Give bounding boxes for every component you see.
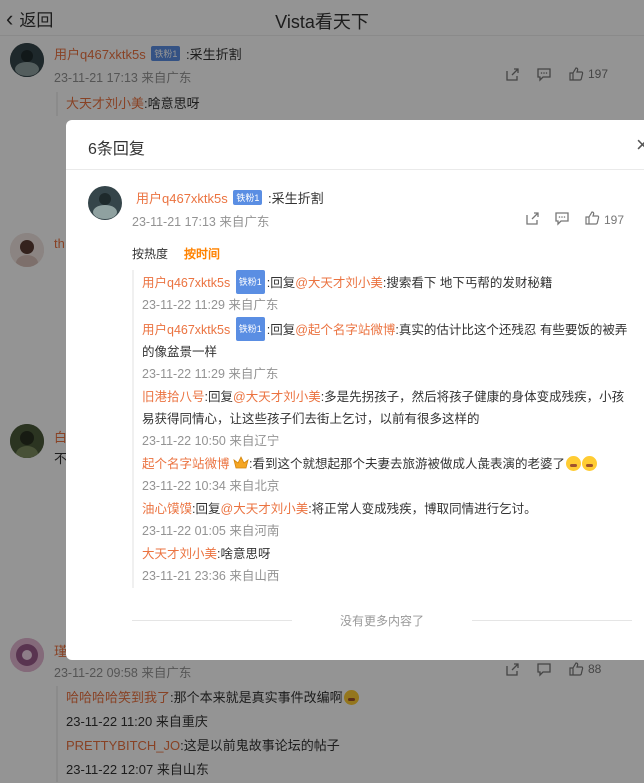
reply-meta: 23-11-22 11:29 来自广东 <box>142 298 279 312</box>
sort-by-hot[interactable]: 按热度 <box>132 245 168 262</box>
reply-text: :看到这个就想起那个夫妻去旅游被做成人彘表演的老婆了 <box>249 457 565 471</box>
reply-text: :将正常人变成残疾，博取同情进行乞讨。 <box>308 502 537 516</box>
reply-username[interactable]: 大天才刘小美 <box>142 547 217 561</box>
reply-prefix: :回复 <box>266 276 296 290</box>
reply-prefix: :回复 <box>204 390 233 404</box>
mention-link[interactable]: @起个名字站微博 <box>295 323 395 337</box>
reply-meta: 23-11-22 01:05 来自河南 <box>142 524 280 538</box>
fan-badge: 铁粉1 <box>235 270 265 294</box>
mention-link[interactable]: @大天才刘小美 <box>233 390 321 404</box>
divider <box>472 620 632 621</box>
reply-list: 用户q467xktk5s 铁粉1:回复@大天才刘小美:搜索看下 地下丐帮的发财秘… <box>132 270 632 588</box>
modal-header: 6条回复 × <box>66 120 644 170</box>
sort-tabs: 按热度 按时间 <box>132 245 220 262</box>
reply-item: 用户q467xktk5s 铁粉1:回复@大天才刘小美:搜索看下 地下丐帮的发财秘… <box>142 270 632 316</box>
reply-item: 油心馍馍:回复@大天才刘小美:将正常人变成残疾，博取同情进行乞讨。 23-11-… <box>142 498 632 542</box>
reply-meta: 23-11-22 10:50 来自辽宁 <box>142 434 280 448</box>
reply-username[interactable]: 油心馍馍 <box>142 502 192 516</box>
reply-prefix: :回复 <box>266 323 296 337</box>
reply-meta: 23-11-22 10:34 来自北京 <box>142 479 280 493</box>
share-icon[interactable] <box>524 210 540 229</box>
divider <box>132 620 292 621</box>
like-button[interactable]: 197 <box>584 210 624 229</box>
fan-badge: 铁粉1 <box>235 317 265 341</box>
emoji-icon <box>581 456 597 471</box>
reply-meta: 23-11-22 11:29 来自广东 <box>142 367 279 381</box>
modal-title: 6条回复 <box>88 141 145 158</box>
mention-link[interactable]: @大天才刘小美 <box>295 276 383 290</box>
sort-by-time[interactable]: 按时间 <box>184 245 220 262</box>
reply-item: 旧港拾八号:回复@大天才刘小美:多是先拐孩子，然后将孩子健康的身体变成残疾，小孩… <box>142 386 632 452</box>
comment-text: :采生折割 <box>268 191 324 206</box>
reply-meta: 23-11-21 23:36 来自山西 <box>142 569 280 583</box>
comment-icon[interactable] <box>554 210 570 229</box>
replies-modal: 6条回复 × 用户q467xktk5s 铁粉1 :采生折割 23-11-21 1… <box>66 120 644 660</box>
close-icon[interactable]: × <box>636 132 644 158</box>
no-more-content: 没有更多内容了 <box>132 612 632 629</box>
reply-text: :搜索看下 地下丐帮的发财秘籍 <box>382 276 553 290</box>
reply-username[interactable]: 旧港拾八号 <box>142 390 205 404</box>
reply-username[interactable]: 用户q467xktk5s <box>142 276 230 290</box>
emoji-icon <box>565 456 581 471</box>
mention-link[interactable]: @大天才刘小美 <box>221 502 309 516</box>
reply-username[interactable]: 起个名字站微博 <box>142 457 230 471</box>
avatar[interactable] <box>88 186 122 220</box>
thumbs-up-icon <box>584 210 600 229</box>
reply-item: 起个名字站微博 :看到这个就想起那个夫妻去旅游被做成人彘表演的老婆了 23-11… <box>142 453 632 497</box>
comment-username[interactable]: 用户q467xktk5s <box>136 191 228 206</box>
crown-icon <box>233 455 249 469</box>
reply-username[interactable]: 用户q467xktk5s <box>142 323 230 337</box>
like-count: 197 <box>604 212 625 227</box>
reply-prefix: :回复 <box>192 502 221 516</box>
reply-text: :啥意思呀 <box>217 547 271 561</box>
no-more-label: 没有更多内容了 <box>339 614 424 628</box>
main-comment: 用户q467xktk5s 铁粉1 :采生折割 <box>136 188 324 207</box>
comment-meta: 23-11-21 17:13 来自广东 <box>132 215 270 229</box>
reply-item: 用户q467xktk5s 铁粉1:回复@起个名字站微博:真实的估计比这个还残忍 … <box>142 317 632 385</box>
fan-badge: 铁粉1 <box>233 190 263 205</box>
reply-item: 大天才刘小美:啥意思呀 23-11-21 23:36 来自山西 <box>142 543 632 587</box>
